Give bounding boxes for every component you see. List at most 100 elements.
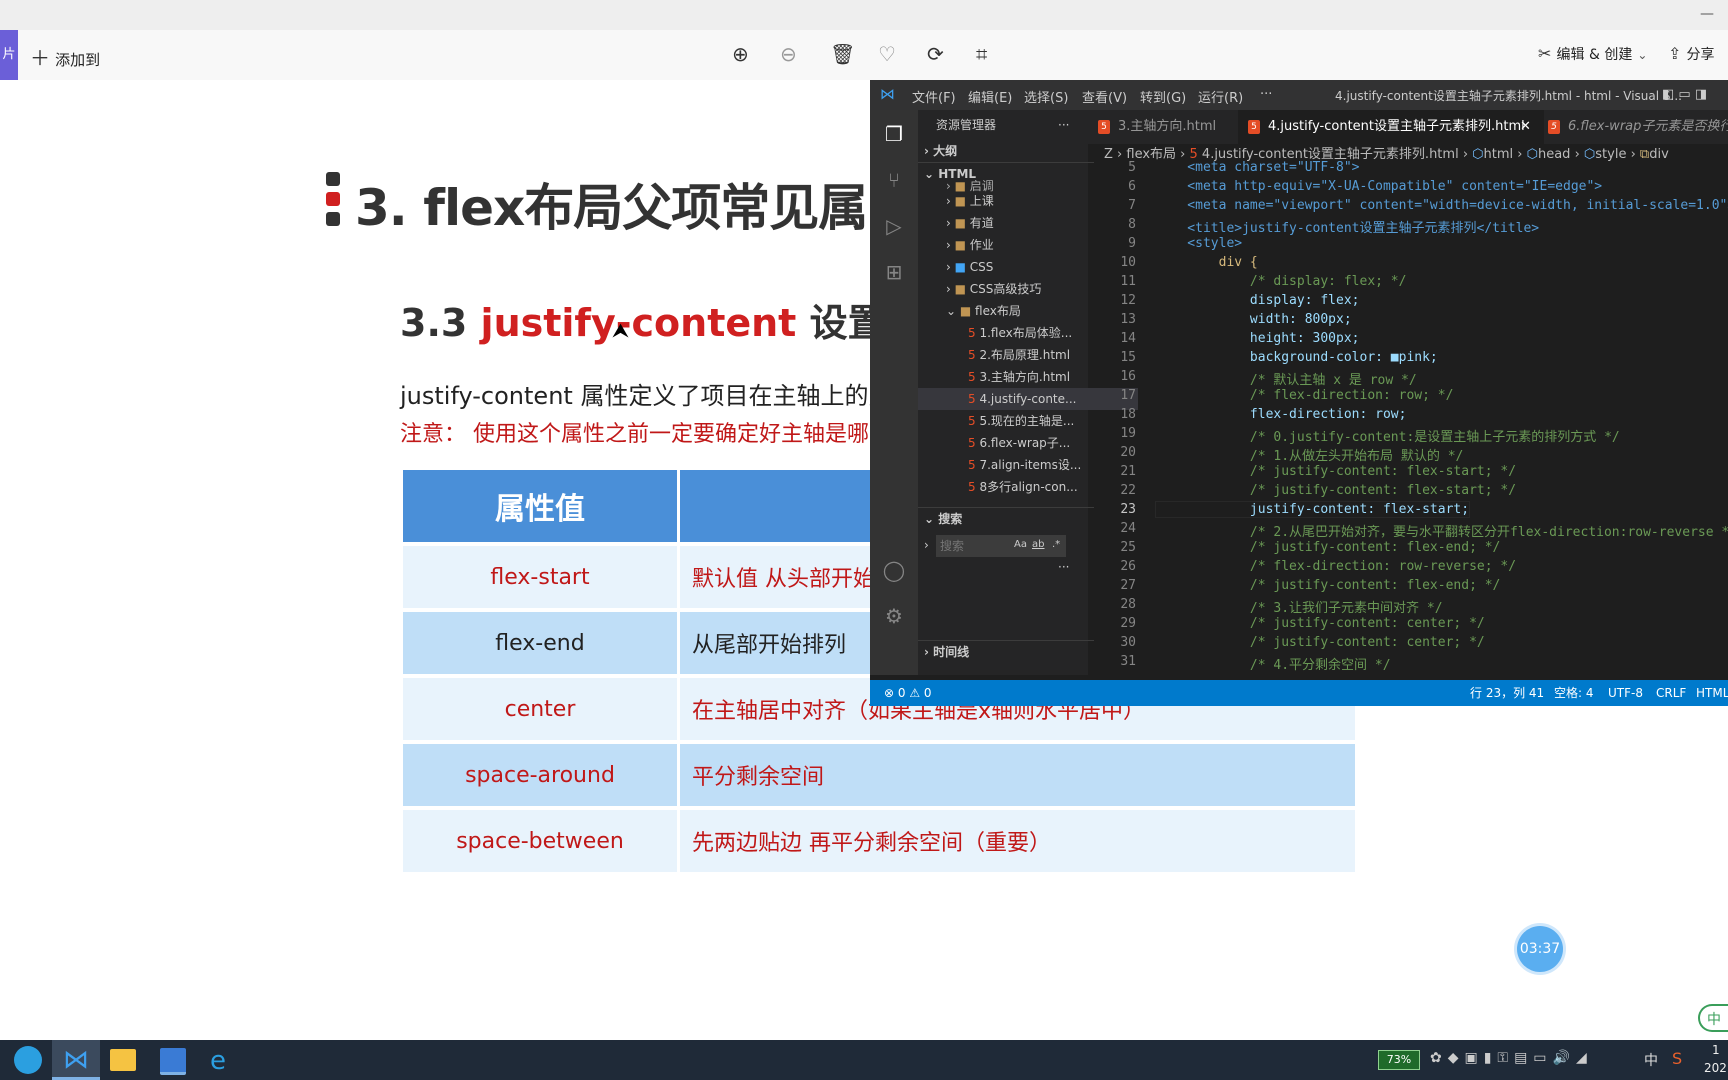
tab-justify-content[interactable]: 5 4.justify-content设置主轴子元素排列.html ✕ xyxy=(1238,110,1544,144)
code-line[interactable]: <style> xyxy=(1156,236,1242,251)
breadcrumb-item[interactable]: html xyxy=(1484,147,1514,162)
code-line[interactable]: flex-direction: row; xyxy=(1156,407,1407,422)
code-line[interactable]: display: flex; xyxy=(1156,293,1360,308)
chevron-right-icon[interactable]: › xyxy=(924,534,929,556)
tree-folder[interactable]: › ■ CSS xyxy=(918,256,1116,278)
code-line[interactable]: /* flex-direction: row-reverse; */ xyxy=(1156,559,1516,574)
ime-indicator[interactable]: 中 xyxy=(1644,1050,1658,1070)
cursor-position[interactable]: 行 23，列 41 xyxy=(1470,680,1544,706)
code-editor[interactable]: 5 <meta charset="UTF-8"> 6 <meta http-equ… xyxy=(1088,160,1728,675)
code-line[interactable]: /* 4.平分剩余空间 */ xyxy=(1156,654,1391,673)
timeline-section[interactable]: › 时间线 xyxy=(918,640,1094,663)
menu-view[interactable]: 查看(V) xyxy=(1082,87,1127,106)
whole-word-icon[interactable]: ab xyxy=(1032,534,1044,556)
code-line[interactable]: /* justify-content: flex-end; */ xyxy=(1156,540,1500,555)
breadcrumb-item[interactable]: style xyxy=(1595,147,1626,162)
more-actions-icon[interactable]: ··· xyxy=(1058,114,1069,136)
account-icon[interactable]: ◯ xyxy=(882,558,906,582)
source-control-icon[interactable]: ⑂ xyxy=(882,168,906,192)
sogou-icon[interactable]: S xyxy=(1672,1049,1682,1068)
breadcrumb-item[interactable]: head xyxy=(1538,147,1570,162)
ime-badge[interactable]: 中 xyxy=(1698,1004,1728,1032)
delete-icon[interactable]: 🗑 xyxy=(830,42,855,66)
rotate-icon[interactable]: ⟳ xyxy=(927,42,944,66)
vscode-taskbar-icon[interactable]: ⋈ xyxy=(52,1040,100,1080)
code-line[interactable]: <meta http-equiv="X-UA-Compatible" conte… xyxy=(1156,179,1602,194)
match-case-icon[interactable]: Aa xyxy=(1014,534,1027,556)
code-line[interactable]: /* justify-content: flex-end; */ xyxy=(1156,578,1500,593)
photos-icon[interactable] xyxy=(160,1048,186,1075)
crop-icon[interactable]: ⌗ xyxy=(976,42,987,66)
tree-folder[interactable]: ⌄ ■ flex布局 xyxy=(918,300,1116,322)
indentation[interactable]: 空格: 4 xyxy=(1554,680,1594,706)
run-debug-icon[interactable]: ▷ xyxy=(882,214,906,238)
code-line[interactable]: /* justify-content: flex-start; */ xyxy=(1156,464,1516,479)
outline-section[interactable]: › 大纲 xyxy=(918,140,1094,162)
code-line[interactable]: <meta name="viewport" content="width=dev… xyxy=(1156,198,1728,213)
tab-label: 4.justify-content设置主轴子元素排列.html xyxy=(1268,119,1525,134)
code-line[interactable]: /* 2.从尾巴开始对齐，要与水平翻转区分开flex-direction:row… xyxy=(1156,521,1728,540)
share-button[interactable]: ⇪ 分享 xyxy=(1668,44,1715,64)
code-line[interactable]: /* 3.让我们子元素中间对齐 */ xyxy=(1156,597,1443,616)
close-icon[interactable]: ✕ xyxy=(1520,110,1531,144)
tree-folder[interactable]: › ■ 作业 xyxy=(918,234,1116,256)
code-line[interactable]: <title>justify-content设置主轴子元素排列</title> xyxy=(1156,217,1539,236)
html-file-icon: 5 xyxy=(968,326,976,340)
code-line[interactable]: /* 0.justify-content:是设置主轴上子元素的排列方式 */ xyxy=(1156,426,1620,445)
regex-icon[interactable]: .* xyxy=(1052,534,1060,556)
code-line[interactable]: /* flex-direction: row; */ xyxy=(1156,388,1454,403)
add-to-button[interactable]: ＋ 添加到 xyxy=(30,42,100,71)
tab-flex-wrap[interactable]: 5 6.flex-wrap子元素是否换行 xyxy=(1538,110,1728,144)
tab-axis-direction[interactable]: 5 3.主轴方向.html xyxy=(1088,110,1228,144)
menu-more[interactable]: ··· xyxy=(1260,87,1272,102)
tree-folder[interactable]: › ■ 有道 xyxy=(918,212,1116,234)
code-line[interactable]: /* justify-content: center; */ xyxy=(1156,635,1485,650)
breadcrumb-item[interactable]: div xyxy=(1649,147,1669,162)
language-mode[interactable]: HTML xyxy=(1696,680,1728,706)
problems-indicator[interactable]: ⊗ 0 ⚠ 0 xyxy=(884,680,932,706)
battery-indicator[interactable]: 73% xyxy=(1378,1050,1420,1070)
search-section[interactable]: ⌄ 搜索 xyxy=(918,507,1094,530)
code-line[interactable]: /* justify-content: flex-start; */ xyxy=(1156,483,1516,498)
title-bullet-3 xyxy=(326,212,340,226)
menu-file[interactable]: 文件(F) xyxy=(912,87,956,106)
code-line[interactable]: width: 800px; xyxy=(1156,312,1352,327)
menu-selection[interactable]: 选择(S) xyxy=(1024,87,1068,106)
code-line[interactable]: justify-content: flex-start; xyxy=(1154,501,1471,518)
encoding[interactable]: UTF-8 xyxy=(1608,680,1643,706)
code-line[interactable]: <meta charset="UTF-8"> xyxy=(1156,160,1359,175)
menu-go[interactable]: 转到(G) xyxy=(1140,87,1186,106)
zoom-out-icon[interactable]: ⊖ xyxy=(780,42,797,66)
line-number: 6 xyxy=(1128,179,1136,194)
menu-run[interactable]: 运行(R) xyxy=(1198,87,1243,106)
line-number: 24 xyxy=(1120,521,1136,536)
code-line[interactable]: height: 300px; xyxy=(1156,331,1360,346)
explorer-icon[interactable]: ❐ xyxy=(882,122,906,146)
extensions-icon[interactable]: ⊞ xyxy=(882,260,906,284)
ie-browser-icon[interactable]: e xyxy=(210,1046,226,1076)
code-line[interactable]: /* display: flex; */ xyxy=(1156,274,1407,289)
code-line[interactable]: background-color: ■pink; xyxy=(1156,350,1438,365)
tree-folder[interactable]: › ■ 上课 xyxy=(918,190,1116,212)
left-tab[interactable]: 片 xyxy=(0,30,18,80)
file-explorer-icon[interactable] xyxy=(110,1049,136,1071)
settings-gear-icon[interactable]: ⚙ xyxy=(882,604,906,628)
clock-date[interactable]: 202 xyxy=(1704,1061,1727,1075)
edit-create-button[interactable]: ✂ 编辑 & 创建 ⌄ xyxy=(1538,44,1647,64)
line-ending[interactable]: CRLF xyxy=(1656,680,1686,706)
recording-timer[interactable]: 03:37 xyxy=(1517,926,1563,972)
tree-folder[interactable]: › ■ CSS高级技巧 xyxy=(918,278,1116,300)
favorite-icon[interactable]: ♡ xyxy=(878,42,896,66)
code-line[interactable]: /* 1.从做左头开始布局 默认的 */ xyxy=(1156,445,1463,464)
tray-icons[interactable]: ✿◆▣▮⚿▤▭🔊◢ xyxy=(1430,1050,1593,1066)
menu-edit[interactable]: 编辑(E) xyxy=(968,87,1012,106)
edge-browser-icon[interactable] xyxy=(14,1046,42,1074)
layout-icon[interactable]: ◧ ▭ ◨ xyxy=(1662,87,1707,102)
code-line[interactable]: /* 默认主轴 x 是 row */ xyxy=(1156,369,1417,388)
search-input[interactable] xyxy=(936,535,1066,557)
zoom-in-icon[interactable]: ⊕ xyxy=(732,42,749,66)
minimize-icon[interactable]: — xyxy=(1700,6,1714,22)
code-line[interactable]: div { xyxy=(1156,255,1258,270)
clock-time[interactable]: 1 xyxy=(1712,1043,1720,1057)
code-line[interactable]: /* justify-content: center; */ xyxy=(1156,616,1485,631)
